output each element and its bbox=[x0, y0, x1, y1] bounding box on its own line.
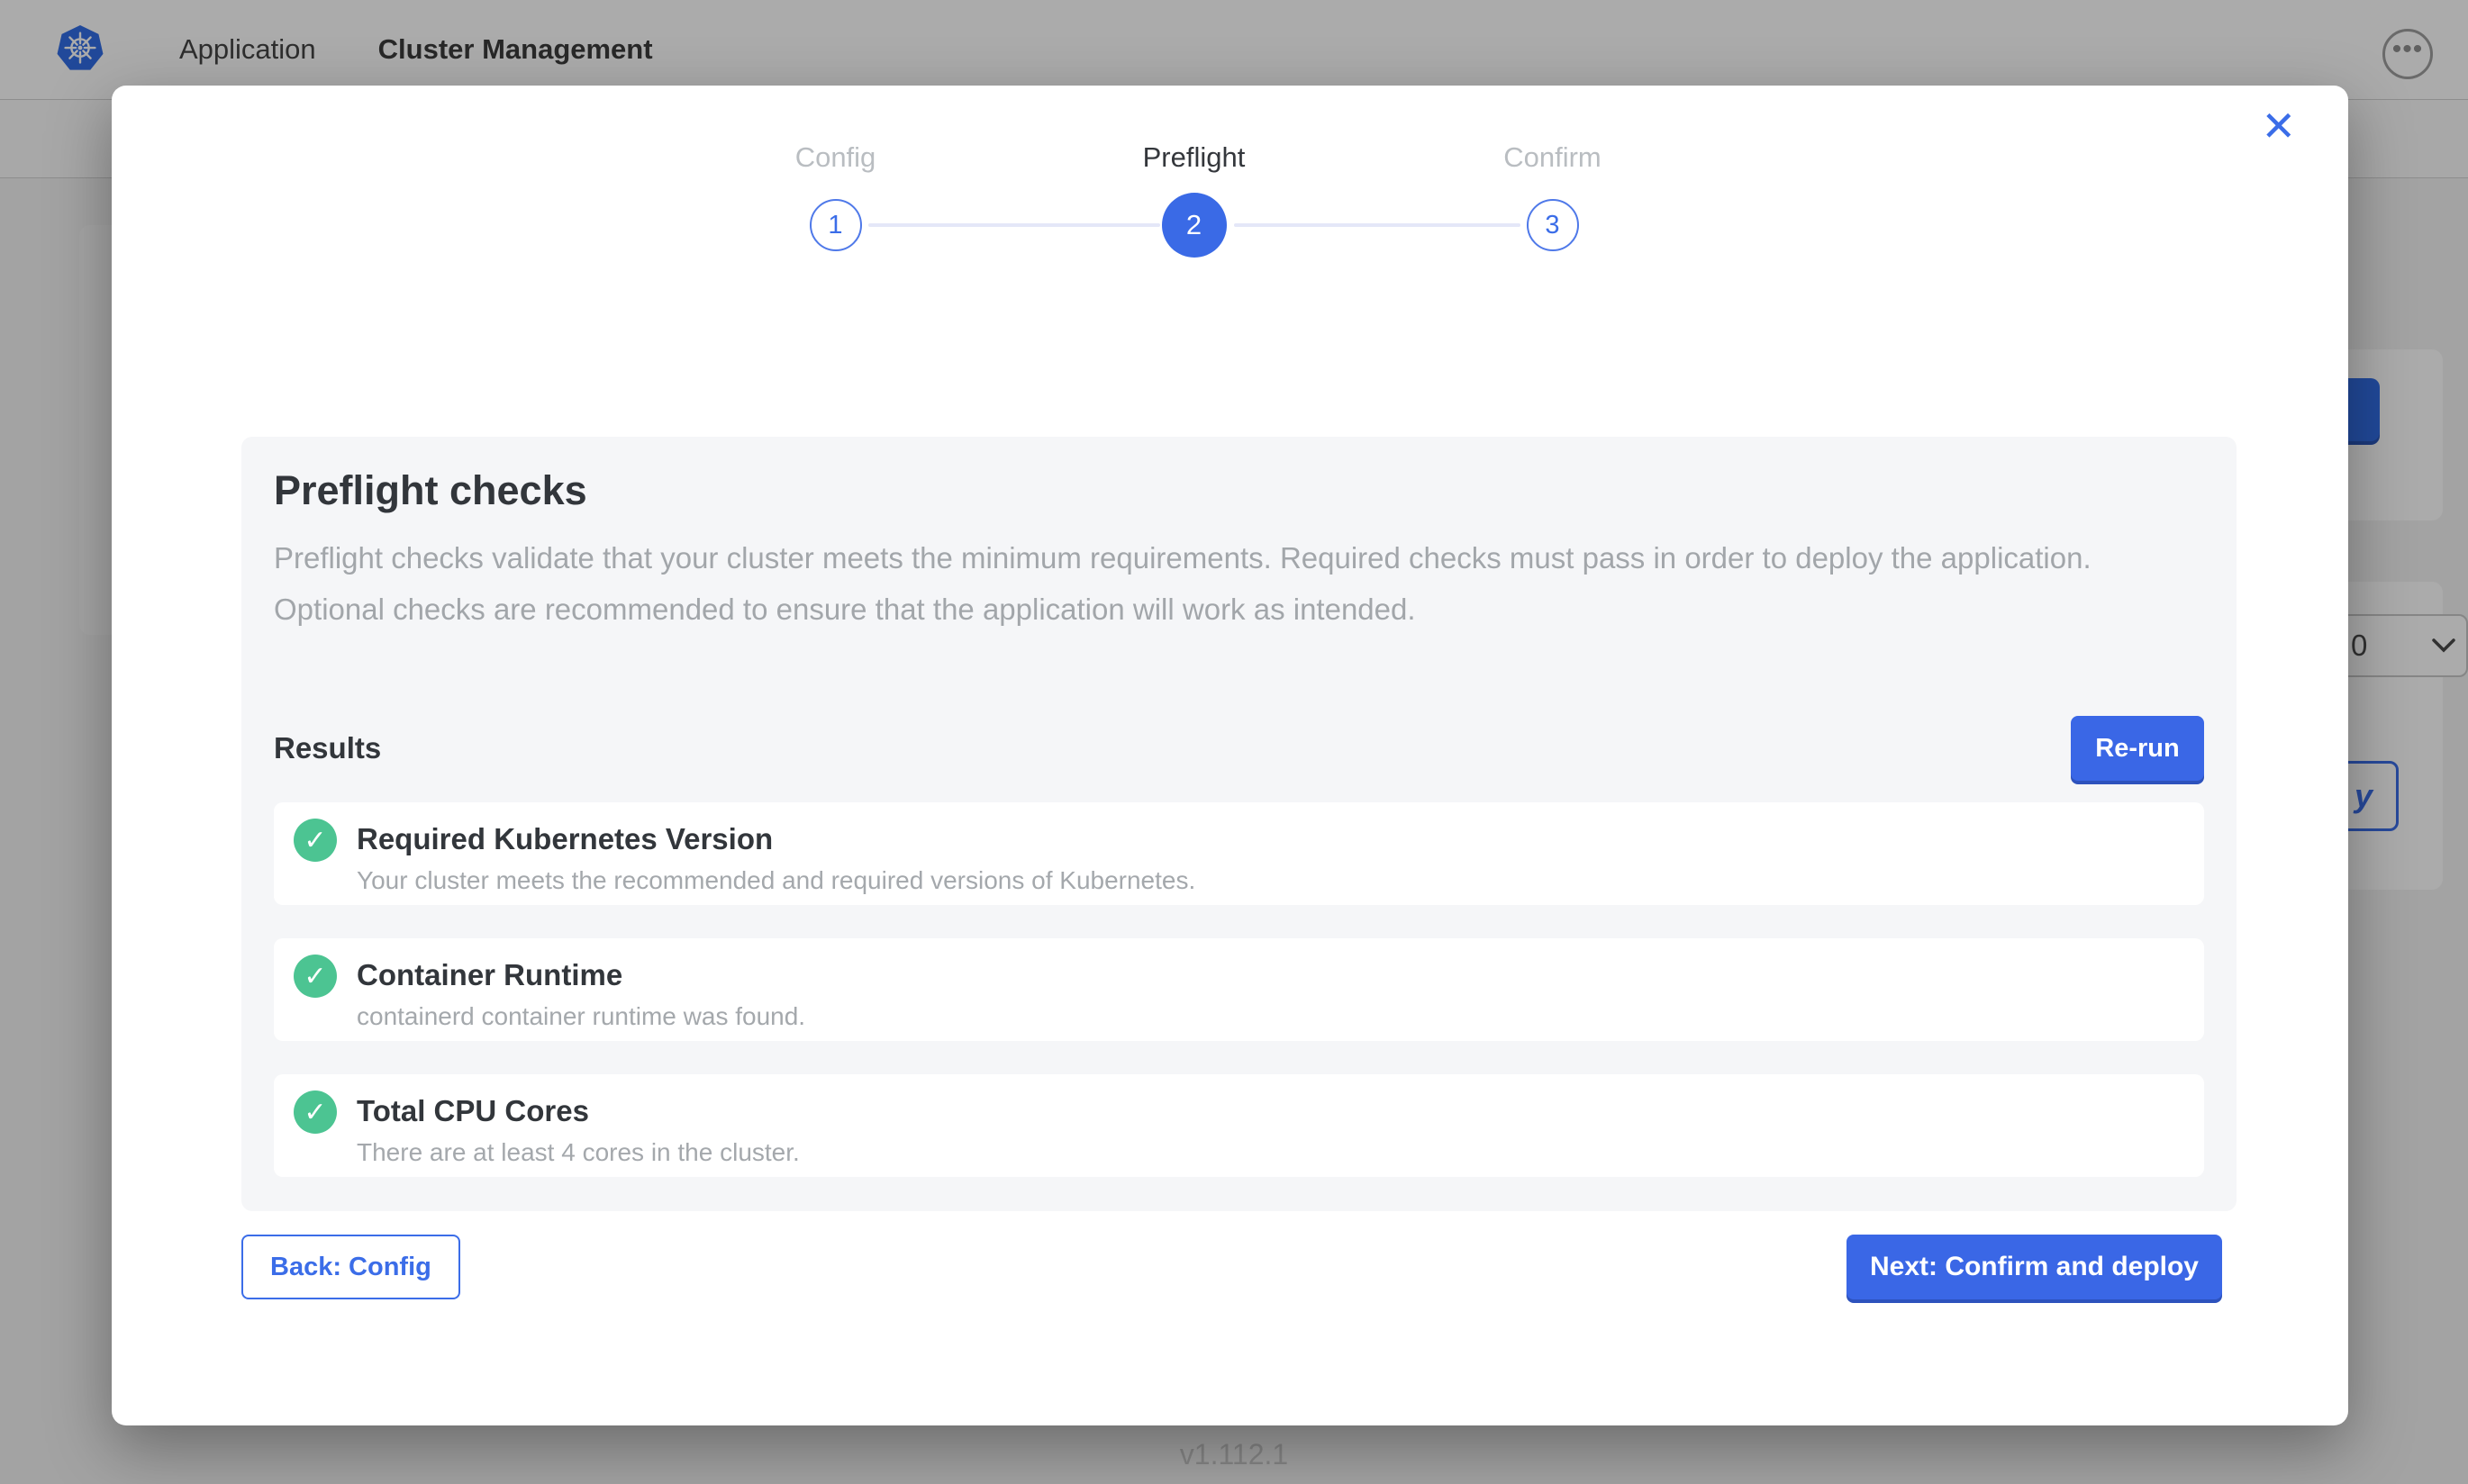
check-row: ✓ Container Runtime containerd container… bbox=[274, 938, 2204, 1041]
modal-footer: Back: Config Next: Confirm and deploy bbox=[241, 1235, 2222, 1299]
step-label: Confirm bbox=[1427, 141, 1679, 179]
step-label: Config bbox=[710, 141, 962, 179]
check-success-icon: ✓ bbox=[294, 955, 337, 998]
results-header-row: Results Re-run bbox=[274, 716, 2204, 781]
back-button[interactable]: Back: Config bbox=[241, 1235, 460, 1299]
step-circle: 3 bbox=[1527, 199, 1579, 251]
preflight-panel: Preflight checks Preflight checks valida… bbox=[241, 437, 2237, 1211]
step-confirm[interactable]: Confirm 3 bbox=[1427, 141, 1679, 264]
next-button[interactable]: Next: Confirm and deploy bbox=[1846, 1235, 2222, 1299]
check-description: containerd container runtime was found. bbox=[357, 1002, 805, 1031]
check-description: Your cluster meets the recommended and r… bbox=[357, 866, 1195, 895]
rerun-button[interactable]: Re-run bbox=[2071, 716, 2204, 781]
results-label: Results bbox=[274, 731, 381, 765]
check-title: Container Runtime bbox=[357, 958, 805, 992]
wizard-stepper: Config 1 Preflight 2 Confirm 3 bbox=[654, 141, 1735, 303]
panel-title: Preflight checks bbox=[274, 467, 2204, 514]
step-label: Preflight bbox=[1068, 141, 1320, 179]
check-row: ✓ Required Kubernetes Version Your clust… bbox=[274, 802, 2204, 905]
panel-description: Preflight checks validate that your clus… bbox=[274, 532, 2156, 635]
preflight-modal: ✕ Config 1 Preflight 2 Confirm 3 Preflig… bbox=[112, 86, 2348, 1425]
step-circle: 1 bbox=[810, 199, 862, 251]
close-icon: ✕ bbox=[2261, 103, 2296, 149]
step-config[interactable]: Config 1 bbox=[710, 141, 962, 264]
check-description: There are at least 4 cores in the cluste… bbox=[357, 1138, 800, 1167]
check-success-icon: ✓ bbox=[294, 819, 337, 862]
close-button[interactable]: ✕ bbox=[2261, 105, 2296, 147]
check-row: ✓ Total CPU Cores There are at least 4 c… bbox=[274, 1074, 2204, 1177]
step-preflight[interactable]: Preflight 2 bbox=[1068, 141, 1320, 264]
step-circle: 2 bbox=[1162, 193, 1227, 258]
check-success-icon: ✓ bbox=[294, 1090, 337, 1134]
check-title: Required Kubernetes Version bbox=[357, 822, 1195, 856]
app-root: Application Cluster Management ••• 0 y v… bbox=[0, 0, 2468, 1484]
check-title: Total CPU Cores bbox=[357, 1094, 800, 1128]
